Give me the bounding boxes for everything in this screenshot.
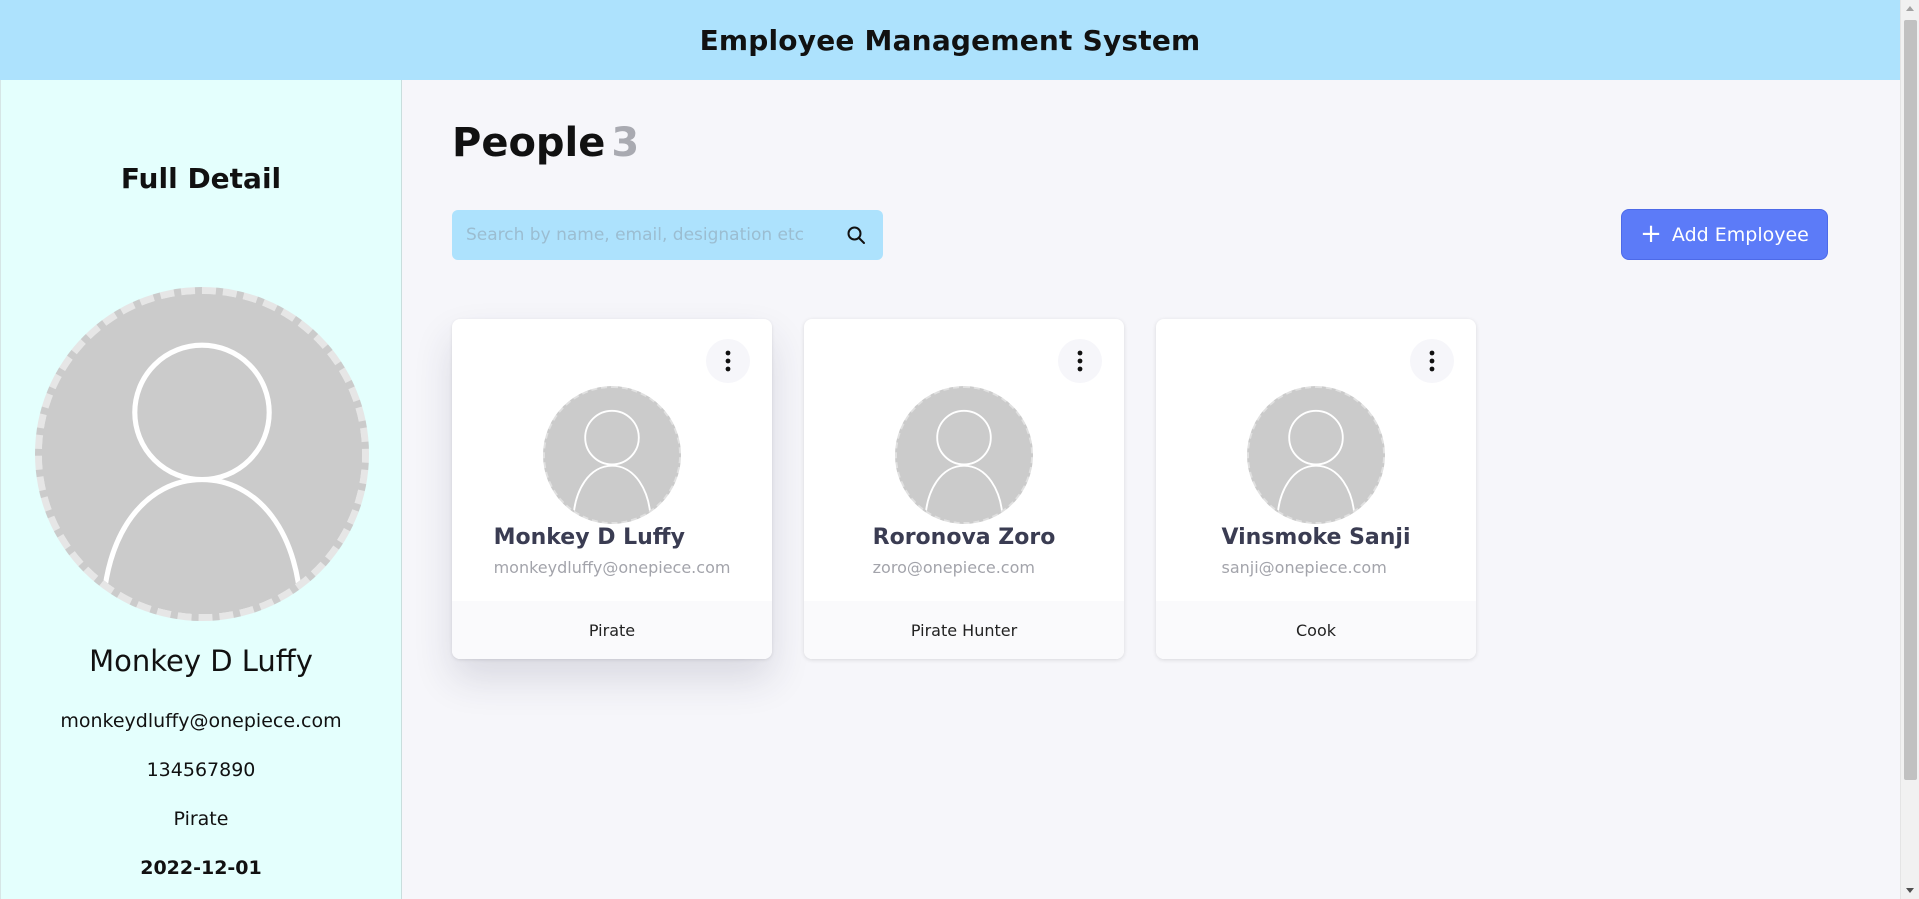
employee-designation: Pirate Hunter [804,601,1124,659]
more-options-icon[interactable] [706,339,750,383]
employee-card[interactable]: Vinsmoke Sanji sanji@onepiece.com Cook [1156,319,1476,659]
scroll-up-icon[interactable] [1906,6,1914,11]
vertical-scrollbar[interactable] [1900,0,1919,899]
employee-name: Vinsmoke Sanji [1221,525,1411,550]
scrollbar-thumb[interactable] [1904,20,1917,780]
employee-info: Vinsmoke Sanji sanji@onepiece.com [1156,525,1476,577]
detail-date: 2022-12-01 [140,857,262,879]
user-placeholder-icon [1247,386,1385,524]
search-icon[interactable] [829,210,883,260]
search-input[interactable] [452,210,829,260]
user-placeholder-icon [895,386,1033,524]
page-title: People 3 [452,120,639,166]
more-options-icon[interactable] [1410,339,1454,383]
app-title: Employee Management System [699,23,1201,57]
app-header: Employee Management System [0,0,1900,80]
employee-card[interactable]: Roronova Zoro zoro@onepiece.com Pirate Hun… [804,319,1124,659]
employee-designation: Cook [1156,601,1476,659]
employee-info: Monkey D Luffy monkeydluffy@onepiece.com [452,525,772,577]
employee-email: zoro@onepiece.com [872,558,1035,577]
employee-name: Monkey D Luffy [493,525,685,550]
scroll-down-icon[interactable] [1906,888,1914,893]
employee-name: Roronova Zoro [872,525,1056,550]
more-options-icon[interactable] [1058,339,1102,383]
people-heading: People [452,120,606,166]
employee-card[interactable]: Monkey D Luffy monkeydluffy@onepiece.com P… [452,319,772,659]
user-placeholder-icon [543,386,681,524]
user-placeholder-icon [35,287,369,621]
detail-sidebar: Full Detail Monkey D Luffy monkeydluffy@… [0,80,402,899]
plus-icon: + [1640,218,1662,249]
add-employee-button[interactable]: + Add Employee [1621,209,1828,260]
add-employee-label: Add Employee [1671,223,1809,246]
detail-name: Monkey D Luffy [89,644,313,678]
employee-designation: Pirate [452,601,772,659]
employee-email: monkeydluffy@onepiece.com [493,558,731,577]
search-bar [452,210,883,260]
detail-email: monkeydluffy@onepiece.com [60,710,342,732]
employee-email: sanji@onepiece.com [1221,558,1387,577]
sidebar-title: Full Detail [120,162,282,195]
detail-designation: Pirate [173,808,229,830]
detail-phone: 134567890 [146,759,256,781]
people-count: 3 [611,120,640,166]
main-content: People3 + Add Employee Monkey D Luffy mon… [403,80,1900,899]
employee-info: Roronova Zoro zoro@onepiece.com [804,525,1124,577]
